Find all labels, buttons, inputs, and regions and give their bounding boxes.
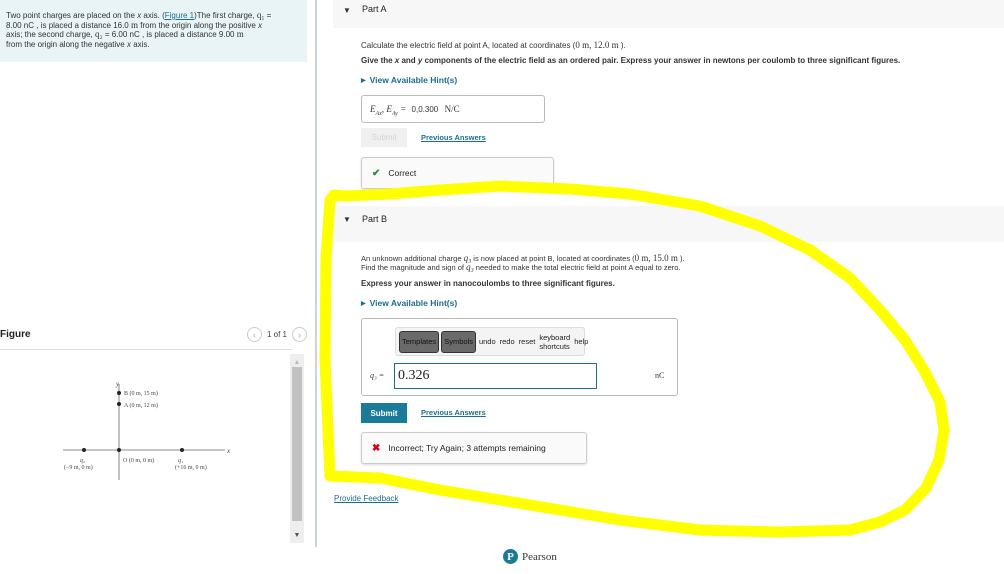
pearson-logo-icon: P — [503, 549, 518, 564]
part-b-submit-button[interactable]: Submit — [361, 403, 407, 423]
left-panel: Two point charges are placed on the x ax… — [0, 0, 317, 574]
figure-link[interactable]: Figure 1 — [165, 11, 194, 20]
symbols-button[interactable]: Symbols — [441, 330, 476, 353]
keyboard-icon: keyboard shortcuts — [539, 332, 571, 351]
q1-dot — [180, 448, 184, 452]
point-b-dot — [117, 391, 121, 395]
pager-text: 1 of 1 — [266, 330, 287, 339]
part-b-feedback: ✖ Incorrect; Try Again; 3 attempts remai… — [361, 432, 587, 464]
chevron-left-icon: ‹ — [252, 329, 256, 340]
q1-coords: (+16 m, 0 m) — [175, 464, 207, 471]
q2-label: q₂ — [80, 458, 85, 464]
undo-button[interactable]: undo — [478, 337, 497, 346]
point-b-label: B (0 m, 15 m) — [124, 390, 158, 397]
unit-label: nC — [655, 371, 665, 380]
part-b-previous-answers-link[interactable]: Previous Answers — [421, 408, 486, 417]
part-a-title: Part A — [362, 4, 387, 14]
undo-icon: undo — [478, 337, 496, 346]
next-figure-button[interactable]: › — [292, 327, 307, 342]
part-a-previous-answers-link[interactable]: Previous Answers — [421, 133, 486, 142]
part-a-instruction: Give the x and y components of the elect… — [361, 56, 901, 65]
figure-title: Figure — [0, 329, 31, 340]
caret-down-icon: ▼ — [343, 6, 351, 15]
help-icon: help — [574, 337, 589, 346]
redo-button[interactable]: redo — [499, 337, 516, 346]
point-a-label: A (0 m, 12 m) — [124, 402, 158, 409]
answer-unit: N/C — [444, 104, 460, 114]
pearson-brand: P Pearson — [503, 549, 557, 564]
chevron-right-icon: › — [298, 329, 301, 340]
answer-value: 0,0.300 — [411, 105, 439, 114]
templates-button[interactable]: Templates — [399, 330, 440, 353]
redo-icon: redo — [499, 337, 515, 346]
part-b-answer-box: Templates Symbols undo redo reset keyboa… — [361, 318, 678, 396]
q3-answer-input[interactable] — [394, 363, 597, 389]
q1-label: q₁ — [178, 458, 183, 464]
reset-button[interactable]: reset — [518, 337, 537, 346]
scroll-down-icon[interactable]: ▼ — [290, 529, 304, 541]
part-a-question: Calculate the electric field at point A,… — [361, 40, 626, 50]
x-axis-label: x — [226, 447, 231, 455]
part-b-title: Part B — [362, 214, 388, 224]
cross-icon: ✖ — [372, 442, 381, 454]
prev-figure-button[interactable]: ‹ — [246, 327, 262, 342]
part-a-answer-display: EAx, EAy = 0,0.300 N/C — [361, 95, 545, 123]
origin-label: O (0 m, 0 m) — [123, 457, 154, 464]
origin-dot — [117, 448, 121, 452]
figure-pager: ‹ 1 of 1 › — [246, 327, 307, 342]
page: Two point charges are placed on the x ax… — [0, 0, 1004, 574]
problem-statement: Two point charges are placed on the x ax… — [0, 0, 307, 62]
charge-diagram: y x B (0 m, 15 m) A (0 m, 12 m) O (0 m, … — [63, 380, 231, 480]
q2-coords: (−9 m, 0 m) — [64, 464, 93, 471]
answer-label: EAx, EAy = — [370, 104, 407, 117]
part-b-header[interactable]: ▼ Part B — [333, 206, 1004, 242]
part-a-header[interactable]: ▼ Part A — [333, 0, 1004, 28]
reset-icon: reset — [518, 337, 536, 346]
caret-right-icon: ▶ — [361, 300, 366, 307]
part-a-hint-toggle[interactable]: ▶ View Available Hint(s) — [361, 75, 457, 85]
part-a-submit-button[interactable]: Submit — [361, 128, 407, 147]
panel-divider — [315, 0, 317, 547]
caret-right-icon: ▶ — [361, 77, 366, 84]
pearson-wordmark: Pearson — [522, 550, 557, 563]
divider — [0, 349, 292, 350]
part-b-instruction: Express your answer in nanocoulombs to t… — [361, 279, 615, 288]
part-b-question-line2: Find the magnitude and sign of q₃ needed… — [361, 262, 681, 272]
keyboard-shortcuts-button[interactable]: keyboard shortcuts — [538, 333, 571, 351]
provide-feedback-link[interactable]: Provide Feedback — [334, 494, 398, 503]
q2-dot — [82, 448, 86, 452]
q3-input-label: q₃ = — [370, 371, 385, 380]
checkmark-icon: ✔ — [372, 167, 381, 179]
figure-scrollbar[interactable]: ▲ ▼ — [290, 354, 304, 543]
scroll-thumb[interactable] — [292, 367, 302, 521]
point-a-dot — [117, 402, 121, 406]
figure-header: Figure ‹ 1 of 1 › — [0, 325, 307, 347]
part-b-hint-toggle[interactable]: ▶ View Available Hint(s) — [361, 298, 457, 308]
caret-down-icon: ▼ — [343, 215, 351, 224]
part-a-feedback: ✔ Correct — [361, 157, 554, 189]
help-button[interactable]: help — [573, 337, 589, 346]
math-toolbar: Templates Symbols undo redo reset keyboa… — [395, 327, 588, 356]
